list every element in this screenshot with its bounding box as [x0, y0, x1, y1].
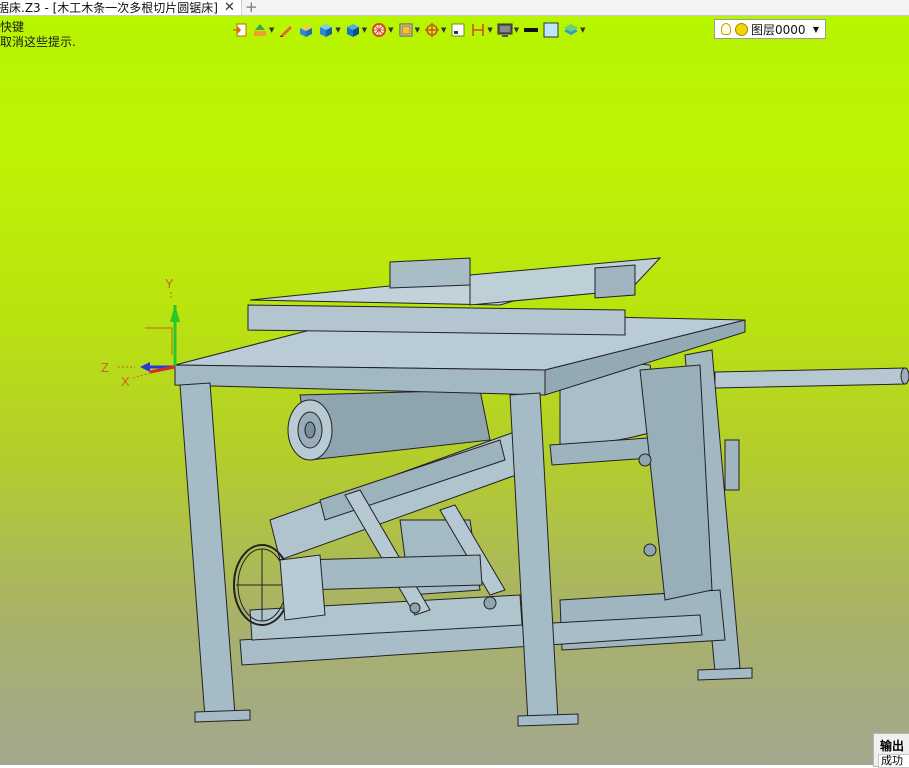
- z-axis-label: Z: [101, 360, 109, 375]
- output-status-line: 成功: [878, 754, 909, 768]
- output-panel-title: 输出: [880, 739, 905, 753]
- y-axis-label: Y: [165, 276, 174, 291]
- saw-table-model[interactable]: Y Z X: [0, 0, 909, 765]
- axis-triad: [118, 290, 180, 379]
- output-panel[interactable]: 输出 成功: [873, 733, 909, 768]
- x-axis-label: X: [121, 374, 130, 389]
